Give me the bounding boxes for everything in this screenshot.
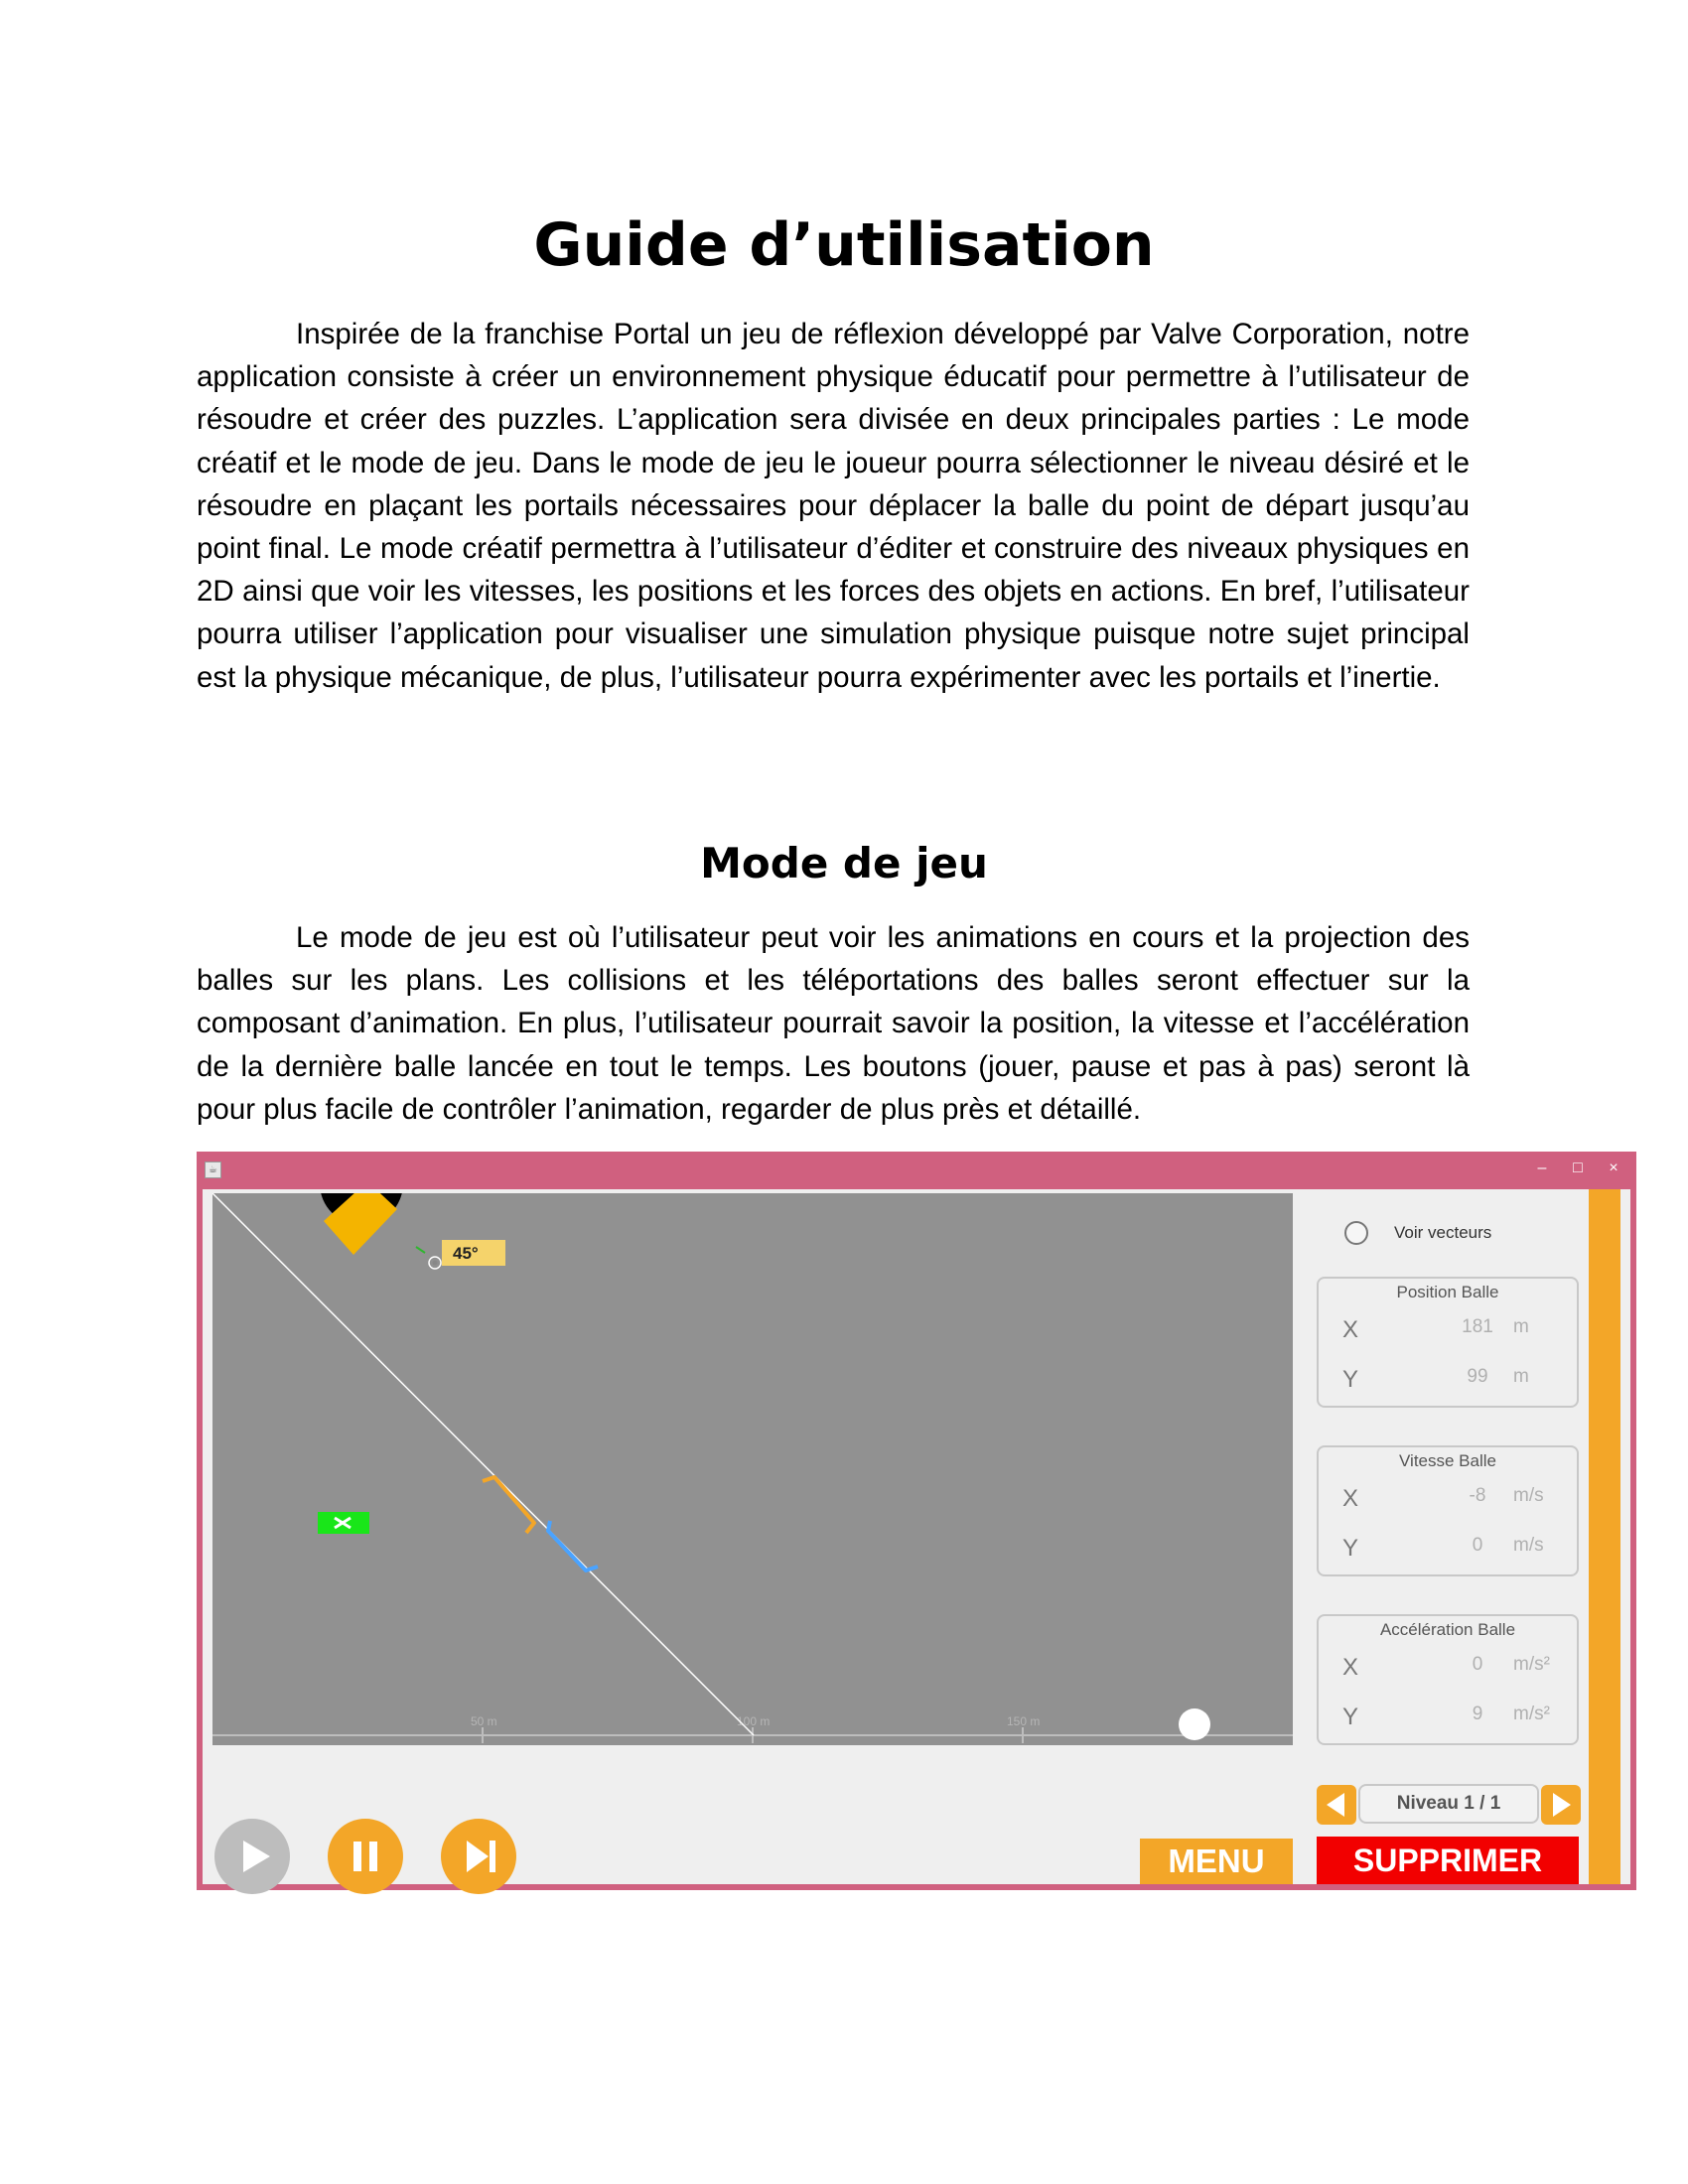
step-icon <box>467 1841 495 1872</box>
ruler-label-50: 50 m <box>471 1714 497 1728</box>
pause-icon <box>353 1842 377 1871</box>
portal-blue <box>546 1520 599 1572</box>
pause-button[interactable] <box>328 1819 403 1894</box>
acceleration-y-value: 9 <box>1472 1704 1483 1724</box>
acceleration-x-unit: m/s² <box>1513 1654 1550 1675</box>
position-panel-title: Position Balle <box>1396 1283 1499 1301</box>
play-button[interactable] <box>214 1819 290 1894</box>
velocity-x-label: X <box>1342 1485 1359 1512</box>
page-title: Guide d’utilisation <box>533 210 1155 280</box>
minimize-button[interactable]: – <box>1527 1156 1557 1181</box>
angle-label: 45° <box>453 1244 479 1263</box>
acceleration-y-label: Y <box>1342 1704 1359 1730</box>
position-x-label: X <box>1342 1316 1359 1343</box>
velocity-x-value: -8 <box>1469 1485 1486 1506</box>
position-x-value: 181 <box>1462 1316 1493 1337</box>
position-y-label: Y <box>1342 1366 1359 1393</box>
play-icon <box>243 1841 270 1872</box>
acceleration-y-unit: m/s² <box>1513 1704 1550 1724</box>
position-y-value: 99 <box>1467 1366 1488 1387</box>
ruler-label-150: 150 m <box>1007 1714 1040 1728</box>
inclined-plane <box>212 1193 755 1736</box>
portal-orange <box>482 1475 536 1535</box>
arrow-left-icon <box>1327 1793 1344 1817</box>
level-indicator: Niveau 1 / 1 <box>1358 1784 1539 1824</box>
ruler-label-100: 100 m <box>737 1714 770 1728</box>
intro-paragraph: Inspirée de la franchise Portal un jeu d… <box>197 318 1470 694</box>
next-level-button[interactable] <box>1541 1785 1581 1825</box>
velocity-panel: Vitesse Balle X -8 m/s Y 0 m/s <box>1317 1445 1579 1576</box>
velocity-y-label: Y <box>1342 1535 1359 1562</box>
app-client-area: 50 m 100 m 150 m 45° Voir vecteurs Posit… <box>203 1189 1630 1894</box>
java-app-icon: ☕ <box>205 1161 221 1178</box>
show-vectors-radio[interactable] <box>1344 1221 1368 1245</box>
acceleration-x-label: X <box>1342 1654 1359 1681</box>
ball <box>1179 1708 1210 1740</box>
velocity-x-unit: m/s <box>1513 1485 1544 1506</box>
velocity-panel-title: Vitesse Balle <box>1399 1451 1496 1470</box>
side-scrollbar[interactable] <box>1589 1189 1620 1884</box>
app-window-screenshot: ☕ – □ × 50 m 100 m 150 m 45° Voir vecteu… <box>197 1152 1636 1894</box>
position-x-unit: m <box>1513 1316 1529 1337</box>
velocity-y-unit: m/s <box>1513 1535 1544 1556</box>
animation-canvas[interactable]: 50 m 100 m 150 m 45° <box>212 1193 1293 1745</box>
position-y-unit: m <box>1513 1366 1529 1387</box>
acceleration-panel-title: Accélération Balle <box>1379 1620 1516 1639</box>
angle-handle-center <box>432 1260 438 1266</box>
velocity-y-value: 0 <box>1472 1535 1483 1556</box>
previous-level-button[interactable] <box>1317 1785 1356 1825</box>
arrow-right-icon <box>1553 1793 1571 1817</box>
delete-button[interactable]: SUPPRIMER <box>1317 1837 1579 1884</box>
maximize-button[interactable]: □ <box>1563 1156 1593 1181</box>
step-button[interactable] <box>441 1819 516 1894</box>
close-button[interactable]: × <box>1599 1156 1628 1181</box>
window-title-bar: ☕ – □ × <box>197 1152 1636 1189</box>
acceleration-x-value: 0 <box>1472 1654 1483 1675</box>
show-vectors-label: Voir vecteurs <box>1394 1223 1492 1242</box>
angle-indicator-tick <box>415 1246 426 1254</box>
menu-button[interactable]: MENU <box>1140 1839 1293 1884</box>
acceleration-panel: Accélération Balle X 0 m/s² Y 9 m/s² <box>1317 1614 1579 1745</box>
section-paragraph: Le mode de jeu est où l’utilisateur peut… <box>197 921 1470 1126</box>
position-panel: Position Balle X 181 m Y 99 m <box>1317 1277 1579 1408</box>
section-title: Mode de jeu <box>700 839 988 887</box>
scene-drawing: 50 m 100 m 150 m 45° <box>212 1193 1293 1743</box>
